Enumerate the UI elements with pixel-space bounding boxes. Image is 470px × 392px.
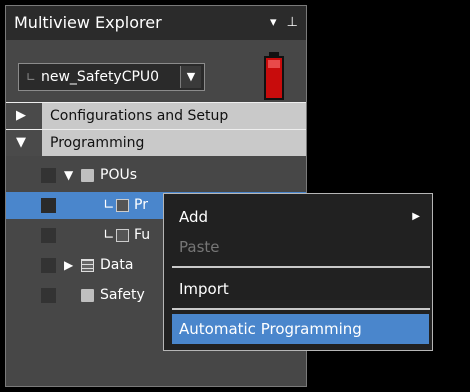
menu-separator — [172, 308, 430, 310]
collapse-arrow-icon[interactable]: ▼ — [64, 162, 73, 189]
tree-item-pous[interactable]: ▼ POUs — [6, 162, 306, 189]
tree-prefix-icon: ∟ — [103, 227, 115, 243]
item-checkbox — [41, 228, 56, 243]
menu-item-paste[interactable]: Paste — [172, 232, 429, 262]
menu-item-label: Import — [179, 280, 229, 298]
tree-item-label: Fu — [134, 227, 151, 243]
explorer-title-bar: Multiview Explorer ▾ ⊥ — [6, 6, 306, 40]
expand-arrow-icon[interactable]: ▶ — [64, 252, 73, 279]
function-icon — [116, 229, 129, 242]
menu-item-import[interactable]: Import — [172, 274, 429, 304]
section-configurations-and-setup[interactable]: ▶ Configurations and Setup — [6, 102, 306, 129]
screen: Multiview Explorer ▾ ⊥ ∟ new_SafetyCPU0 … — [0, 0, 470, 392]
tree-item-label: POUs — [100, 167, 138, 183]
menu-item-label: Add — [179, 208, 209, 226]
item-checkbox — [41, 288, 56, 303]
cpu-selector-value: new_SafetyCPU0 — [41, 69, 160, 85]
section-label: Programming — [50, 135, 145, 151]
chevron-down-icon[interactable]: ▼ — [180, 66, 201, 88]
cpu-prefix-icon: ∟ — [26, 70, 37, 84]
tree-item-label: Pr — [134, 197, 148, 213]
tree-prefix-icon: ∟ — [103, 197, 115, 213]
menu-item-label: Paste — [179, 238, 220, 256]
expand-arrow-icon[interactable]: ▶ — [16, 103, 26, 129]
folder-icon — [81, 169, 94, 182]
collapse-arrow-icon[interactable]: ▼ — [16, 130, 26, 156]
cpu-selector[interactable]: ∟ new_SafetyCPU0 ▼ — [18, 63, 205, 91]
item-checkbox — [41, 168, 56, 183]
section-programming[interactable]: ▼ Programming — [6, 129, 306, 156]
data-table-icon — [81, 259, 94, 272]
tree-item-label: Data — [100, 257, 134, 273]
item-checkbox — [41, 258, 56, 273]
menu-item-add[interactable]: Add ▶ — [172, 202, 429, 232]
menu-item-automatic-programming[interactable]: Automatic Programming — [172, 314, 429, 344]
item-checkbox — [41, 198, 56, 213]
context-menu: Add ▶ Paste Import Automatic Programming — [163, 193, 433, 351]
controller-status-indicator — [264, 52, 284, 100]
menu-item-label: Automatic Programming — [179, 320, 362, 338]
explorer-window-controls: ▾ ⊥ — [264, 6, 298, 40]
pin-icon[interactable]: ⊥ — [287, 15, 298, 30]
submenu-arrow-icon: ▶ — [412, 211, 420, 222]
tree-item-label: Safety — [100, 287, 145, 303]
program-icon — [116, 199, 129, 212]
section-label: Configurations and Setup — [50, 108, 229, 124]
dropdown-icon[interactable]: ▾ — [270, 15, 277, 30]
safety-folder-icon — [81, 289, 94, 302]
explorer-title: Multiview Explorer — [14, 13, 162, 32]
menu-separator — [172, 266, 430, 268]
